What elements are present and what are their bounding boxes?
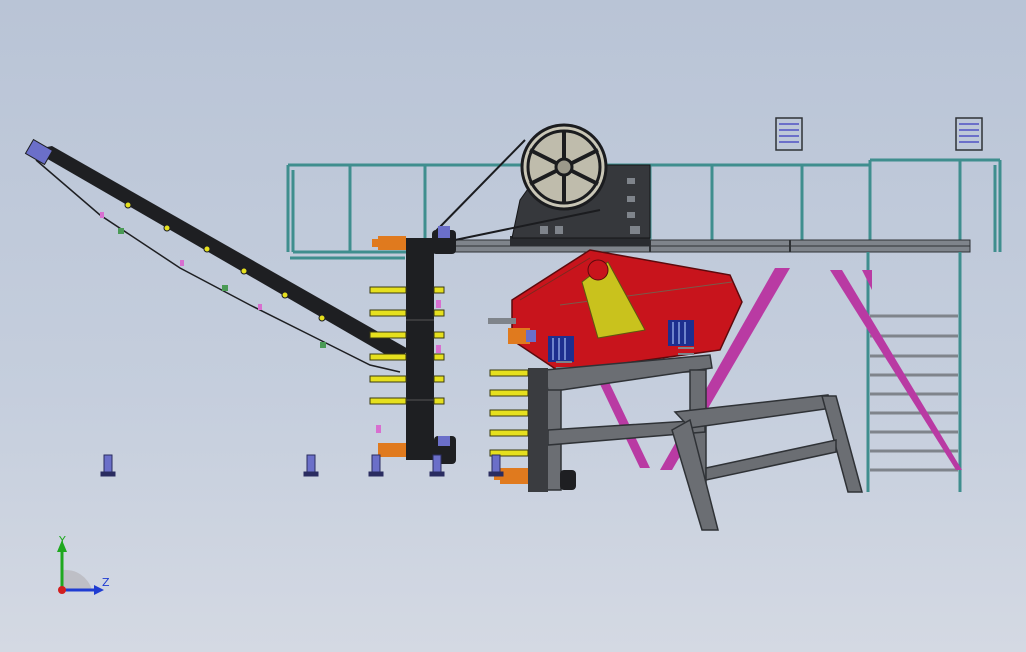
feed-conveyor — [24, 138, 410, 373]
vibrating-screen — [488, 249, 743, 373]
triad-y-label: Y — [58, 534, 66, 547]
cad-viewport[interactable]: Y Z — [0, 0, 1026, 652]
jaw-crusher — [510, 123, 651, 246]
spare-springs — [775, 117, 983, 151]
assembly-drawing: Y Z — [24, 117, 1002, 595]
triad-z-label: Z — [102, 576, 110, 589]
coordinate-triad-icon — [57, 540, 104, 595]
flywheel — [520, 123, 608, 211]
screen-frame — [544, 354, 863, 531]
